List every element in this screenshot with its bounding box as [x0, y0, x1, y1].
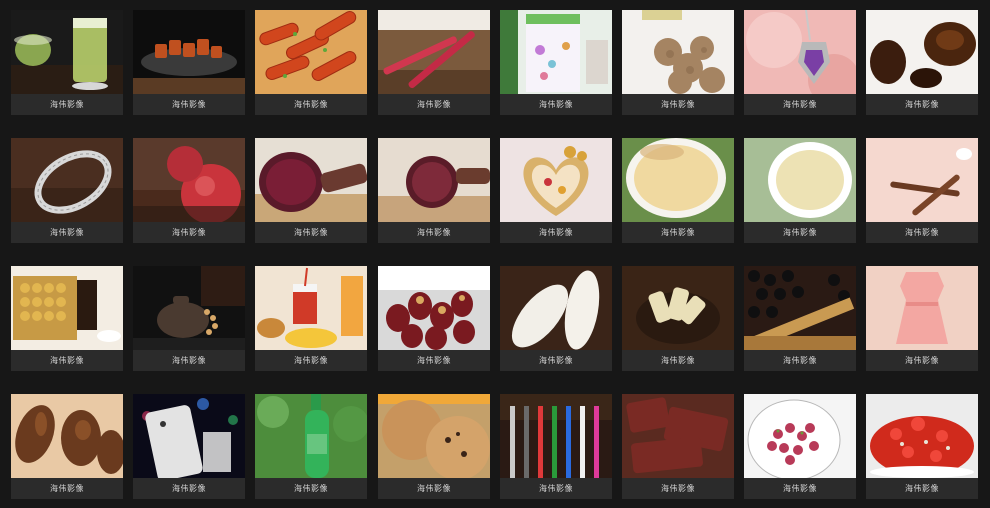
photo-caption: 海伟影像 — [378, 350, 490, 371]
photo-caption: 海伟影像 — [500, 350, 612, 371]
photo-thumbnail-dried-fungus[interactable] — [11, 394, 123, 478]
gallery-card[interactable]: 海伟影像 — [500, 394, 612, 499]
photo-caption: 海伟影像 — [378, 94, 490, 115]
photo-caption: 海伟影像 — [378, 222, 490, 243]
photo-thumbnail-braised-meat[interactable] — [133, 10, 245, 94]
photo-thumbnail-dried-slices[interactable] — [622, 266, 734, 350]
photo-thumbnail-sliced-sweet-potato[interactable] — [378, 138, 490, 222]
photo-thumbnail-smartphone[interactable] — [133, 394, 245, 478]
gallery-card[interactable]: 海伟影像 — [133, 138, 245, 243]
photo-caption: 海伟影像 — [11, 222, 123, 243]
photo-thumbnail-pink-dress[interactable] — [866, 266, 978, 350]
photo-caption: 海伟影像 — [866, 94, 978, 115]
photo-caption: 海伟影像 — [622, 94, 734, 115]
photo-caption: 海伟影像 — [11, 94, 123, 115]
photo-caption: 海伟影像 — [500, 222, 612, 243]
gallery-card[interactable]: 海伟影像 — [11, 138, 123, 243]
photo-thumbnail-green-tea[interactable] — [11, 10, 123, 94]
photo-caption: 海伟影像 — [622, 478, 734, 499]
photo-caption: 海伟影像 — [11, 478, 123, 499]
gallery-card[interactable]: 海伟影像 — [378, 266, 490, 371]
photo-thumbnail-green-bottle[interactable] — [255, 394, 367, 478]
photo-caption: 海伟影像 — [255, 222, 367, 243]
photo-caption: 海伟影像 — [500, 478, 612, 499]
gallery-card[interactable]: 海伟影像 — [255, 10, 367, 115]
photo-thumbnail-e-cigarettes[interactable] — [500, 394, 612, 478]
gallery-card[interactable]: 海伟影像 — [11, 394, 123, 499]
photo-caption: 海伟影像 — [622, 222, 734, 243]
gallery-card[interactable]: 海伟影像 — [622, 138, 734, 243]
gallery-card[interactable]: 海伟影像 — [255, 266, 367, 371]
photo-caption: 海伟影像 — [866, 478, 978, 499]
gallery-card[interactable]: 海伟影像 — [378, 138, 490, 243]
photo-caption: 海伟影像 — [133, 94, 245, 115]
photo-caption: 海伟影像 — [133, 478, 245, 499]
gallery-card[interactable]: 海伟影像 — [133, 266, 245, 371]
photo-thumbnail-cookies[interactable] — [378, 394, 490, 478]
photo-thumbnail-spicy-rice-cakes[interactable] — [255, 10, 367, 94]
photo-caption: 海伟影像 — [744, 222, 856, 243]
gallery-card[interactable]: 海伟影像 — [500, 138, 612, 243]
photo-thumbnail-purple-sweet-potato[interactable] — [255, 138, 367, 222]
gallery-card[interactable]: 海伟影像 — [866, 266, 978, 371]
photo-caption: 海伟影像 — [133, 350, 245, 371]
photo-thumbnail-dried-roots[interactable] — [866, 138, 978, 222]
photo-thumbnail-clay-teapot[interactable] — [133, 266, 245, 350]
photo-thumbnail-walnuts[interactable] — [622, 10, 734, 94]
photo-caption: 海伟影像 — [11, 350, 123, 371]
gallery-card[interactable]: 海伟影像 — [866, 394, 978, 499]
gallery-card[interactable]: 海伟影像 — [622, 266, 734, 371]
photo-thumbnail-honey-bowl[interactable] — [622, 138, 734, 222]
gallery-card[interactable]: 海伟影像 — [133, 394, 245, 499]
photo-caption: 海伟影像 — [866, 222, 978, 243]
photo-thumbnail-red-pens[interactable] — [378, 10, 490, 94]
photo-thumbnail-silver-bracelet[interactable] — [11, 138, 123, 222]
photo-caption: 海伟影像 — [255, 478, 367, 499]
gallery-card[interactable]: 海伟影像 — [378, 394, 490, 499]
photo-thumbnail-chopped-chili[interactable] — [866, 394, 978, 478]
photo-caption: 海伟影像 — [866, 350, 978, 371]
photo-caption: 海伟影像 — [255, 94, 367, 115]
gallery-card[interactable]: 海伟影像 — [744, 266, 856, 371]
gallery-card[interactable]: 海伟影像 — [622, 394, 734, 499]
gallery-card[interactable]: 海伟影像 — [378, 10, 490, 115]
gallery-card[interactable]: 海伟影像 — [622, 10, 734, 115]
photo-thumbnail-fast-food[interactable] — [255, 266, 367, 350]
gallery-card[interactable]: 海伟影像 — [133, 10, 245, 115]
photo-thumbnail-cuttlefish-bone[interactable] — [500, 266, 612, 350]
photo-caption: 海伟影像 — [622, 350, 734, 371]
gallery-card[interactable]: 海伟影像 — [11, 266, 123, 371]
photo-thumbnail-heart-candy-box[interactable] — [500, 138, 612, 222]
photo-thumbnail-tea-cup[interactable] — [744, 138, 856, 222]
photo-thumbnail-red-apple[interactable] — [133, 138, 245, 222]
photo-caption: 海伟影像 — [255, 350, 367, 371]
gallery-card[interactable]: 海伟影像 — [744, 138, 856, 243]
photo-thumbnail-rose-tea[interactable] — [744, 394, 856, 478]
photo-thumbnail-red-dates[interactable] — [378, 266, 490, 350]
photo-thumbnail-black-fungus[interactable] — [866, 10, 978, 94]
photo-caption: 海伟影像 — [133, 222, 245, 243]
gallery-card[interactable]: 海伟影像 — [866, 10, 978, 115]
photo-gallery: 海伟影像 海伟影像 海伟影像 海伟影像 海伟影像 海伟影像 海伟影像 海伟影像 … — [0, 0, 990, 508]
gallery-card[interactable]: 海伟影像 — [255, 138, 367, 243]
photo-thumbnail-flower-gift-box[interactable] — [500, 10, 612, 94]
gallery-card[interactable]: 海伟影像 — [11, 10, 123, 115]
photo-caption: 海伟影像 — [744, 350, 856, 371]
photo-thumbnail-dried-beef[interactable] — [622, 394, 734, 478]
photo-thumbnail-amethyst-pendant[interactable] — [744, 10, 856, 94]
photo-caption: 海伟影像 — [744, 478, 856, 499]
photo-thumbnail-black-beans[interactable] — [744, 266, 856, 350]
photo-thumbnail-chocolate-box[interactable] — [11, 266, 123, 350]
photo-caption: 海伟影像 — [500, 94, 612, 115]
gallery-card[interactable]: 海伟影像 — [500, 10, 612, 115]
gallery-card[interactable]: 海伟影像 — [744, 394, 856, 499]
gallery-card[interactable]: 海伟影像 — [866, 138, 978, 243]
photo-caption: 海伟影像 — [378, 478, 490, 499]
gallery-card[interactable]: 海伟影像 — [500, 266, 612, 371]
gallery-card[interactable]: 海伟影像 — [255, 394, 367, 499]
gallery-card[interactable]: 海伟影像 — [744, 10, 856, 115]
photo-caption: 海伟影像 — [744, 94, 856, 115]
